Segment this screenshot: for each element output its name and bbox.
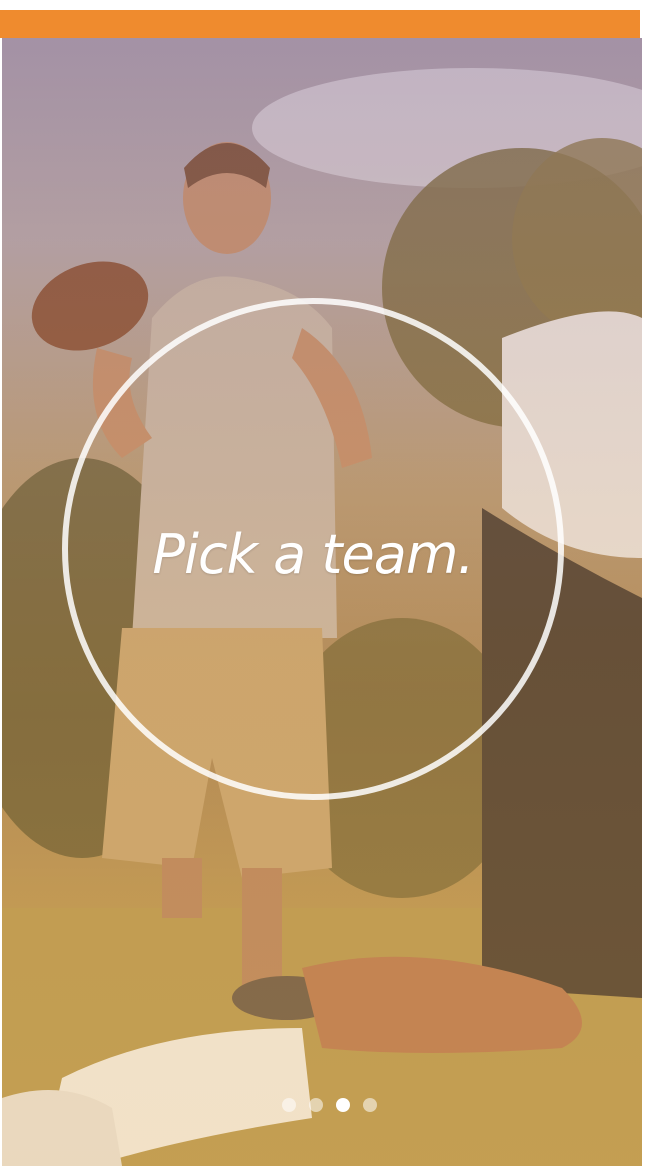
page-dot-1[interactable] bbox=[282, 1098, 296, 1112]
status-top-bar bbox=[0, 10, 640, 38]
page-dot-4[interactable] bbox=[363, 1098, 377, 1112]
page-dot-2[interactable] bbox=[309, 1098, 323, 1112]
page-dot-3-active[interactable] bbox=[336, 1098, 350, 1112]
onboarding-screen: Pick a team. bbox=[0, 0, 650, 1176]
onboarding-headline: Pick a team. bbox=[152, 523, 474, 586]
page-indicator bbox=[282, 1098, 377, 1114]
